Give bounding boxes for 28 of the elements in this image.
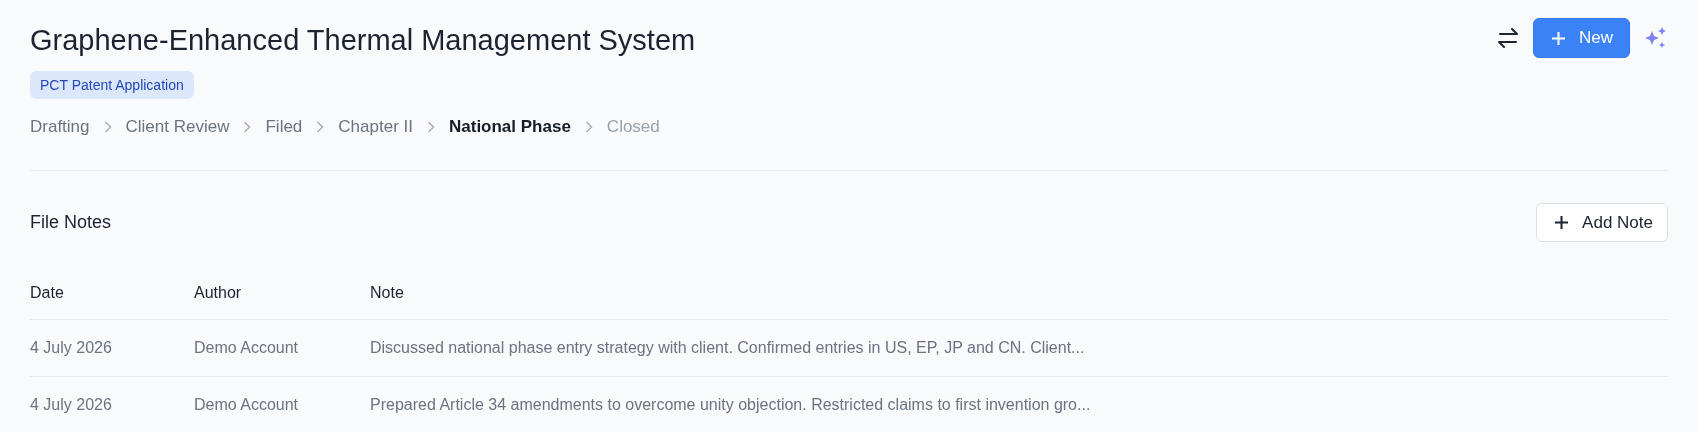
table-cell: Demo Account: [194, 319, 370, 377]
section-title: File Notes: [30, 212, 112, 233]
chevron-right-icon: [316, 121, 325, 133]
type-badge: PCT Patent Application: [30, 71, 194, 99]
table-cell: Discussed national phase entry strategy with client. Confirmed entries in US, EP, JP and CN. Client...: [370, 319, 1668, 377]
chevron-right-icon: [103, 121, 112, 133]
table-cell: Prepared Article 34 amendments to overcome unity objection. Restricted claims to first invention gro...: [370, 376, 1668, 432]
swap-arrows-icon[interactable]: [1497, 28, 1519, 48]
stage-label[interactable]: Drafting: [30, 117, 90, 137]
stage-label[interactable]: Chapter II: [338, 117, 413, 137]
add-note-button[interactable]: Add Note: [1536, 203, 1668, 242]
chevron-right-icon: [427, 121, 435, 133]
plus-icon: [1552, 31, 1565, 45]
sparkles-icon[interactable]: [1644, 26, 1668, 50]
stage-label[interactable]: Client Review: [125, 117, 230, 137]
table-cell: Demo Account: [194, 376, 370, 432]
chevron-right-icon: [243, 121, 252, 133]
page-title: Graphene-Enhanced Thermal Management System: [30, 23, 696, 58]
table-cell: 4 July 2026: [30, 376, 194, 432]
chevron-right-icon: [584, 121, 593, 133]
table-cell: 4 July 2026: [30, 319, 194, 377]
plus-icon: [1555, 216, 1569, 229]
column-header: Note: [370, 266, 1668, 320]
stage-label[interactable]: National Phase: [449, 117, 571, 137]
new-button[interactable]: New: [1533, 18, 1630, 58]
column-header: Date: [30, 266, 194, 320]
stage-label[interactable]: Filed: [265, 117, 303, 137]
column-header: Author: [194, 266, 370, 320]
